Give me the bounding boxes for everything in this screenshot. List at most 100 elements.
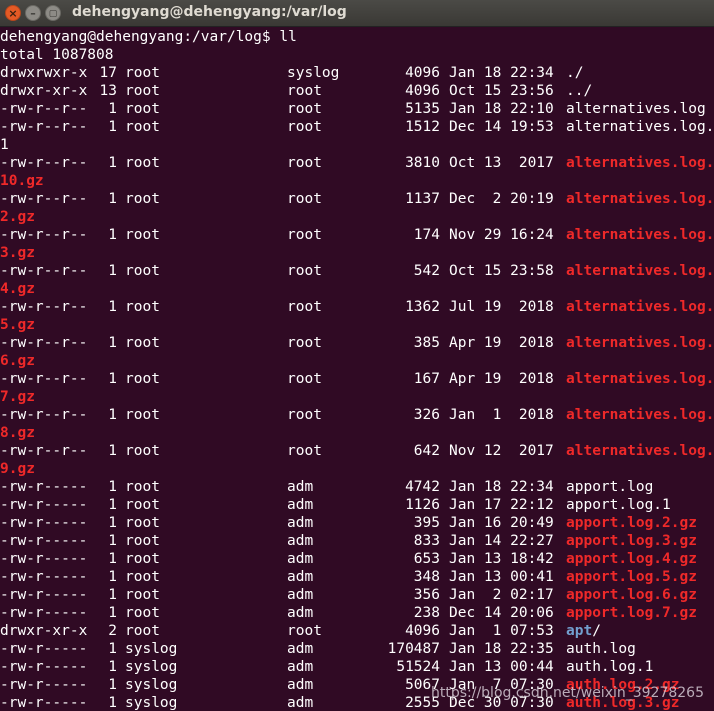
minimize-window-button[interactable]: – <box>25 5 41 21</box>
owner: root <box>125 65 160 81</box>
link-count: 1 <box>108 335 117 351</box>
modified-date: Jan 14 22:27 <box>449 533 554 549</box>
filename: alternatives.log. <box>566 406 714 424</box>
permissions: -rw-r----- <box>0 659 88 675</box>
filename: apport.log.1 <box>566 496 671 514</box>
file-size: 4096 <box>405 623 440 639</box>
wrapped-filename-line: 5.gz <box>0 316 714 334</box>
permissions: -rw-r--r-- <box>0 371 88 387</box>
filename: auth.log <box>566 640 636 658</box>
filename: apport.log.3.gz <box>566 532 697 550</box>
filename-text: alternatives.log. <box>566 227 714 243</box>
listing-row: -rw-r----- 1 root adm 348 Jan 13 00:41 apport.… <box>0 568 714 586</box>
listing-row: -rw-r----- 1 root adm 1126 Jan 17 22:12 apport… <box>0 496 714 514</box>
owner: root <box>125 407 160 423</box>
permissions: -rw-r--r-- <box>0 443 88 459</box>
owner: root <box>125 191 160 207</box>
file-size: 356 <box>413 587 440 603</box>
filename-text: alternatives.log. <box>566 371 714 387</box>
file-size: 4096 <box>405 83 440 99</box>
modified-date: Dec 14 20:06 <box>449 605 554 621</box>
wrapped-filename-line: 8.gz <box>0 424 714 442</box>
filename: alternatives.log. <box>566 154 714 172</box>
filename-text: apport.log.1 <box>566 497 671 513</box>
group: root <box>287 101 322 117</box>
listing-row: -rw-r--r-- 1 root root 1512 Dec 14 19:53 alter… <box>0 118 714 136</box>
modified-date: Nov 12 2017 <box>449 443 554 459</box>
file-size: 2555 <box>405 695 440 711</box>
owner: root <box>125 371 160 387</box>
modified-date: Dec 2 20:19 <box>449 191 554 207</box>
total-text: total 1087808 <box>0 47 114 63</box>
filename-text: alternatives.log. <box>566 119 714 135</box>
group: adm <box>287 587 314 603</box>
total-line: total 1087808 <box>0 46 714 64</box>
link-count: 1 <box>108 515 117 531</box>
filename-text: auth.log.1 <box>566 659 654 675</box>
owner: root <box>125 299 160 315</box>
filename-text: apport.log.6.gz <box>566 587 697 603</box>
wrapped-filename-line: 7.gz <box>0 388 714 406</box>
filename: alternatives.log. <box>566 442 714 460</box>
owner: root <box>125 443 160 459</box>
group: adm <box>287 605 314 621</box>
filename-continuation: 10.gz <box>0 173 44 189</box>
modified-date: Apr 19 2018 <box>449 335 554 351</box>
listing-row: -rw-r----- 1 syslog adm 170487 Jan 18 22:35 au… <box>0 640 714 658</box>
filename: alternatives.log. <box>566 298 714 316</box>
permissions: -rw-r----- <box>0 533 88 549</box>
owner: root <box>125 605 160 621</box>
modified-date: Jan 13 00:41 <box>449 569 554 585</box>
filename-text: alternatives.log. <box>566 263 714 279</box>
group: root <box>287 227 322 243</box>
listing-row: -rw-r----- 1 syslog adm 51524 Jan 13 00:44 aut… <box>0 658 714 676</box>
link-count: 1 <box>108 659 117 675</box>
file-size: 1362 <box>405 299 440 315</box>
watermark: https://blog.csdn.net/weixin_39278265 <box>430 685 704 701</box>
filename-text: ../ <box>566 83 593 99</box>
permissions: -rw-r----- <box>0 551 88 567</box>
modified-date: Jan 18 22:35 <box>449 641 554 657</box>
permissions: -rw-r----- <box>0 515 88 531</box>
modified-date: Jan 1 07:53 <box>449 623 554 639</box>
permissions: drwxr-xr-x <box>0 623 88 639</box>
filename-text: apport.log.4.gz <box>566 551 697 567</box>
prompt-command: dehengyang@dehengyang:/var/log$ ll <box>0 29 297 45</box>
wrapped-filename-line: 2.gz <box>0 208 714 226</box>
permissions: -rw-r--r-- <box>0 299 88 315</box>
filename-continuation: 1 <box>0 137 9 153</box>
wrapped-filename-line: 4.gz <box>0 280 714 298</box>
group: root <box>287 371 322 387</box>
modified-date: Nov 29 16:24 <box>449 227 554 243</box>
owner: root <box>125 119 160 135</box>
permissions: -rw-r----- <box>0 569 88 585</box>
owner: root <box>125 497 160 513</box>
close-window-button[interactable]: × <box>5 5 21 21</box>
maximize-window-button[interactable]: ▢ <box>45 5 61 21</box>
filename-text: ./ <box>566 65 584 81</box>
file-size: 395 <box>413 515 440 531</box>
link-count: 1 <box>108 191 117 207</box>
filename: ./ <box>566 64 583 82</box>
group: adm <box>287 497 314 513</box>
permissions: -rw-r--r-- <box>0 263 88 279</box>
link-count: 1 <box>108 677 117 693</box>
wrapped-filename-line: 3.gz <box>0 244 714 262</box>
listing-row: -rw-r----- 1 root adm 653 Jan 13 18:42 apport.… <box>0 550 714 568</box>
group: adm <box>287 641 314 657</box>
link-count: 1 <box>108 533 117 549</box>
file-size: 1137 <box>405 191 440 207</box>
file-size: 5067 <box>405 677 440 693</box>
listing-row: -rw-r----- 1 root adm 4742 Jan 18 22:34 apport… <box>0 478 714 496</box>
filename-text: alternatives.log. <box>566 443 714 459</box>
permissions: -rw-r----- <box>0 641 88 657</box>
filename: auth.log.1 <box>566 658 653 676</box>
link-count: 1 <box>108 371 117 387</box>
owner: root <box>125 587 160 603</box>
filename-text: alternatives.log. <box>566 335 714 351</box>
terminal-output[interactable]: dehengyang@dehengyang:/var/log$ ll total… <box>0 28 714 711</box>
owner: root <box>125 515 160 531</box>
owner: root <box>125 533 160 549</box>
filename-continuation: 6.gz <box>0 353 35 369</box>
owner: root <box>125 479 160 495</box>
